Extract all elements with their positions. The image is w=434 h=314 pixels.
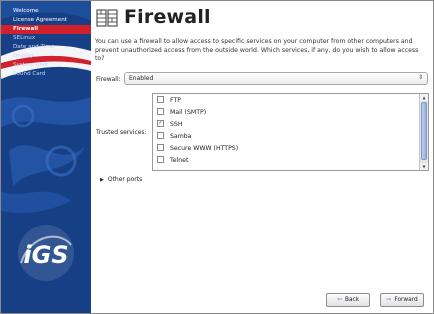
checkbox-mail-smtp[interactable] (157, 107, 164, 115)
checkbox-ftp[interactable] (157, 95, 164, 103)
other-ports-label: Other ports (107, 176, 143, 183)
step-sound-card: Sound Card (13, 71, 46, 77)
service-label: Mail (SMTP) (170, 109, 207, 116)
step-display: Display (13, 53, 34, 59)
firewall-label: Firewall: (96, 76, 121, 83)
service-label: Samba (170, 133, 192, 140)
back-arrow-icon: ⇦ (336, 296, 342, 303)
service-label: SSH (170, 121, 183, 128)
service-label: FTP (170, 97, 181, 104)
service-label: Telnet (170, 157, 189, 164)
checkbox-secure-www[interactable] (157, 143, 164, 151)
trusted-services-label: Trusted services: (96, 129, 147, 136)
step-date-and-time: Date and Time (13, 44, 55, 50)
main-panel: Firewall You can use a firewall to allow… (92, 1, 433, 313)
service-item-mail-smtp[interactable]: Mail (SMTP) (157, 107, 207, 118)
firstboot-window: Welcome License Agreement Firewall SELin… (0, 0, 434, 314)
service-label: Secure WWW (HTTPS) (170, 145, 239, 152)
dropdown-arrow-icon: ⇕ (417, 74, 423, 81)
service-item-ftp[interactable]: FTP (157, 95, 181, 106)
step-welcome: Welcome (13, 8, 39, 14)
firewall-dropdown-value: Enabled (129, 75, 154, 82)
service-item-ssh[interactable]: ✓ SSH (157, 119, 183, 130)
page-header: Firewall (96, 5, 426, 31)
scrollbar-thumb[interactable] (421, 102, 427, 160)
steps-list: Welcome License Agreement Firewall SELin… (1, 7, 91, 79)
igs-logo: iGS (11, 223, 81, 283)
description-text: You can use a firewall to allow access t… (95, 38, 419, 63)
other-ports-expander[interactable]: ▶ Other ports (100, 176, 142, 183)
trusted-services-list: FTP Mail (SMTP) ✓ SSH Samba Secure WWW (H… (152, 93, 429, 171)
checkbox-samba[interactable] (157, 131, 164, 139)
forward-button[interactable]: ⇨ Forward (380, 293, 424, 307)
sidebar: Welcome License Agreement Firewall SELin… (1, 1, 91, 313)
step-selinux: SELinux (13, 35, 36, 41)
checkbox-telnet[interactable] (157, 155, 164, 163)
forward-arrow-icon: ⇨ (386, 296, 392, 303)
back-button[interactable]: ⇦ Back (326, 293, 370, 307)
step-firewall: Firewall (1, 25, 91, 34)
checkbox-ssh[interactable]: ✓ (157, 119, 164, 127)
page-title: Firewall (124, 6, 211, 28)
service-item-telnet[interactable]: Telnet (157, 155, 189, 166)
service-item-secure-www[interactable]: Secure WWW (HTTPS) (157, 143, 239, 154)
firewall-dropdown[interactable]: Enabled ⇕ (124, 72, 428, 85)
expander-triangle-icon: ▶ (100, 177, 104, 183)
svg-text:iGS: iGS (23, 241, 68, 269)
scroll-up-icon[interactable]: ▲ (420, 94, 428, 101)
step-license-agreement: License Agreement (13, 17, 67, 23)
back-button-label: Back (344, 297, 360, 303)
firewall-icon (96, 7, 118, 29)
forward-button-label: Forward (394, 297, 418, 303)
service-item-samba[interactable]: Samba (157, 131, 192, 142)
step-system-user: System User (13, 62, 49, 68)
scroll-down-icon[interactable]: ▼ (420, 163, 428, 170)
services-scrollbar[interactable]: ▲ ▼ (419, 94, 428, 170)
